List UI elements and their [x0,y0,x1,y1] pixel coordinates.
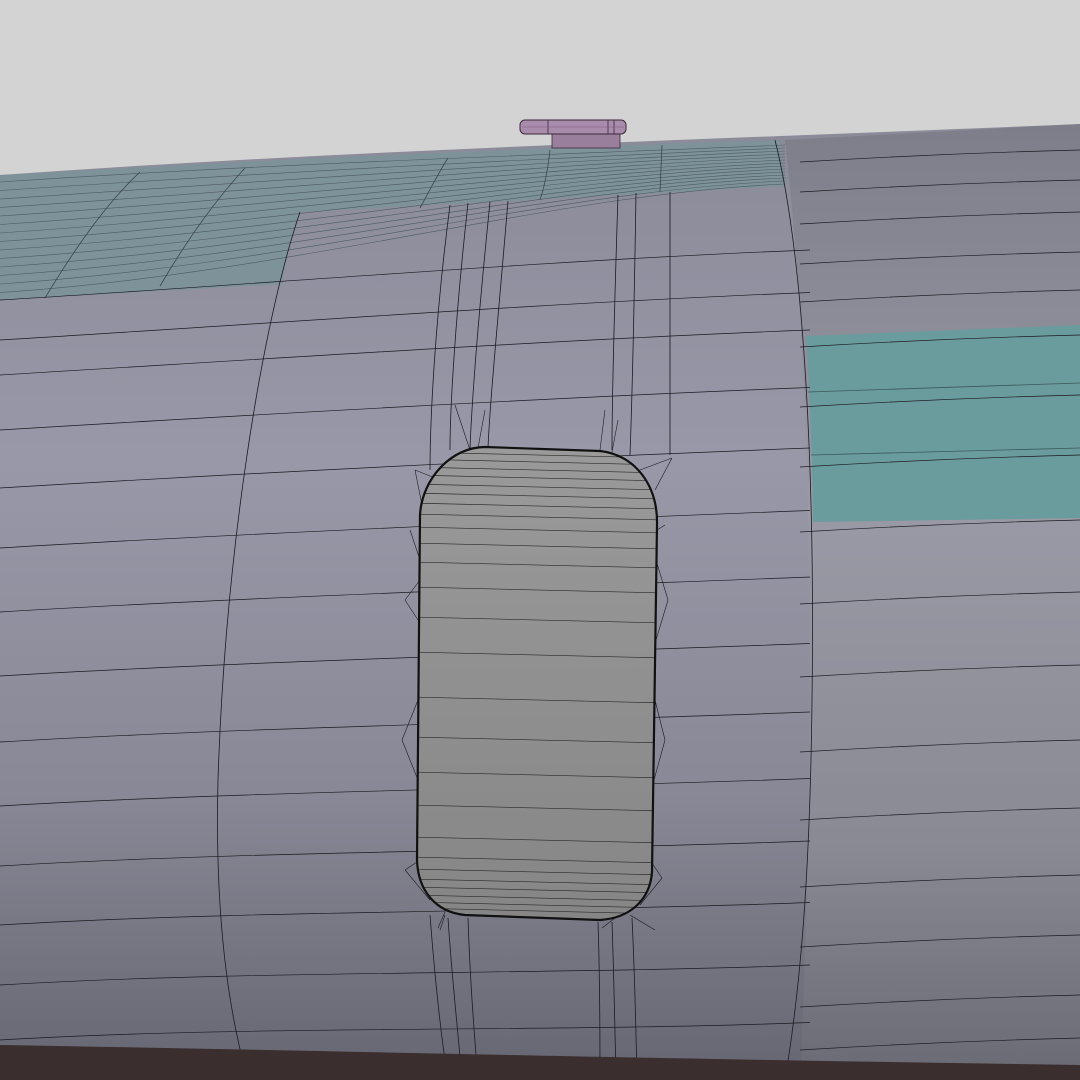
top-antenna [519,119,627,149]
selected-face-panel [806,325,1080,522]
window-cutout [415,445,659,922]
3d-viewport[interactable] [0,0,1080,1080]
viewport-canvas [0,119,1080,1080]
